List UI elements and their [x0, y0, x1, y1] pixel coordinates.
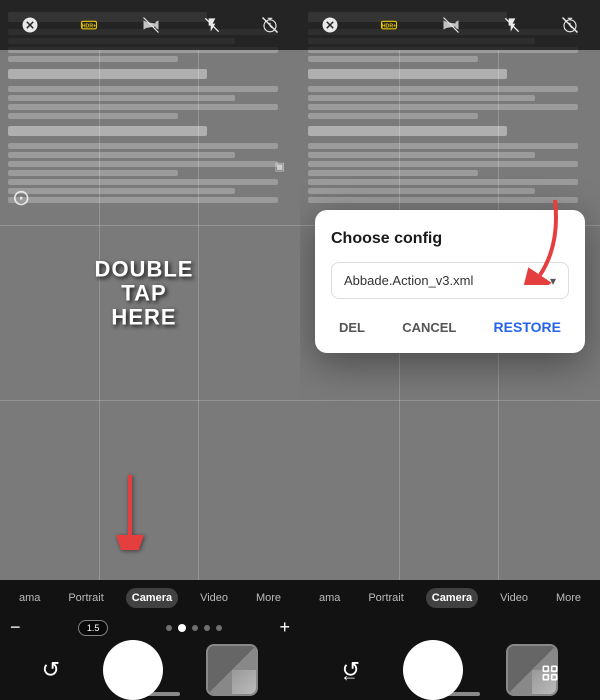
mode-tab-camera[interactable]: Camera — [126, 588, 178, 608]
mode-tab-more-right[interactable]: More — [550, 588, 587, 608]
doc-line — [8, 86, 278, 92]
shutter-row-left: ↺ — [0, 640, 300, 700]
restore-button[interactable]: RESTORE — [486, 315, 569, 339]
doc-line — [8, 170, 178, 176]
gallery-thumbnail[interactable] — [206, 644, 258, 696]
mode-tab-pano-right[interactable]: ama — [313, 588, 346, 608]
zoom-dot — [216, 625, 222, 631]
doc-line — [8, 113, 178, 119]
double-tap-line1: DOUBLE — [95, 258, 194, 282]
timer-off-icon[interactable] — [21, 16, 39, 34]
doc-line — [8, 143, 278, 149]
doc-line — [308, 56, 478, 62]
flash-left-icon[interactable] — [204, 15, 220, 35]
doc-line — [308, 86, 578, 92]
doc-line — [8, 197, 278, 203]
doc-line — [8, 188, 235, 194]
right-panel: HDR+ Choose config Abbade.Action_v3.xml … — [300, 0, 600, 700]
shutter-button[interactable] — [103, 640, 163, 700]
doc-line — [8, 95, 235, 101]
mode-tab-more[interactable]: More — [250, 588, 287, 608]
double-tap-line2: TAP — [95, 282, 194, 306]
timer-right-icon[interactable] — [561, 16, 579, 34]
thumbnail-image — [208, 646, 256, 694]
zoom-dot — [204, 625, 210, 631]
recents-icon[interactable] — [540, 663, 560, 688]
double-tap-prompt: DOUBLE TAP HERE — [95, 258, 194, 331]
zoom-minus-button[interactable]: − — [10, 617, 21, 638]
timer-off-right-icon[interactable] — [321, 16, 339, 34]
doc-line — [308, 113, 478, 119]
mode-tab-pano[interactable]: ama — [13, 588, 46, 608]
top-toolbar-left: HDR+ — [0, 0, 300, 50]
bottom-controls-left: ama Portrait Camera Video More − 1.5 + ↺ — [0, 580, 300, 700]
zoom-dot-active — [178, 624, 186, 632]
home-icon[interactable] — [439, 663, 459, 688]
config-select-value: Abbade.Action_v3.xml — [344, 273, 473, 288]
mode-tab-video[interactable]: Video — [194, 588, 234, 608]
doc-line — [8, 126, 207, 136]
mode-tabs-left: ama Portrait Camera Video More — [0, 580, 300, 615]
doc-line — [8, 104, 278, 110]
home-indicator-right — [420, 692, 480, 696]
zoom-level-indicator: 1.5 — [78, 620, 108, 636]
doc-line — [308, 152, 535, 158]
doc-line — [8, 56, 178, 62]
zoom-row-left: − 1.5 + — [0, 615, 300, 640]
back-icon[interactable]: ← — [340, 665, 358, 686]
doc-line — [8, 69, 207, 79]
doc-line — [8, 161, 278, 167]
timer-left-icon[interactable] — [261, 16, 279, 34]
doc-line — [308, 104, 578, 110]
mode-tab-video-right[interactable]: Video — [494, 588, 534, 608]
mode-tab-portrait[interactable]: Portrait — [62, 588, 109, 608]
zoom-plus-button[interactable]: + — [279, 617, 290, 638]
doc-line — [308, 95, 535, 101]
mode-tab-portrait-right[interactable]: Portrait — [362, 588, 409, 608]
top-toolbar-right: HDR+ — [300, 0, 600, 50]
bottom-nav-right: ← — [300, 663, 600, 688]
dialog-buttons: DEL CANCEL RESTORE — [331, 315, 569, 339]
svg-text:HDR+: HDR+ — [82, 23, 96, 29]
flip-camera-icon[interactable]: ↺ — [42, 657, 60, 683]
hdr-plus-left-icon[interactable]: HDR+ — [80, 16, 98, 34]
zoom-dots — [166, 624, 222, 632]
home-indicator-left — [120, 692, 180, 696]
double-tap-line3: HERE — [95, 306, 194, 330]
arrow-annotation-right — [515, 195, 570, 290]
del-button[interactable]: DEL — [331, 316, 373, 339]
doc-line — [308, 170, 478, 176]
mode-tabs-right: ama Portrait Camera Video More — [300, 580, 600, 615]
panorama-off-left-icon[interactable] — [140, 16, 162, 34]
doc-line — [8, 152, 235, 158]
zoom-dot — [166, 625, 172, 631]
arrow-annotation-left — [100, 470, 160, 555]
zoom-dot — [192, 625, 198, 631]
hdr-plus-right-icon[interactable]: HDR+ — [380, 16, 398, 34]
mode-tab-camera-right[interactable]: Camera — [426, 588, 478, 608]
exposure-indicator: ▣ — [275, 160, 285, 173]
doc-line — [308, 126, 507, 136]
doc-line — [308, 69, 507, 79]
flash-right-icon[interactable] — [504, 15, 520, 35]
cancel-button[interactable]: CANCEL — [394, 316, 464, 339]
left-panel: HDR+ ⊙ ▣ DOUBLE TAP HERE — [0, 0, 300, 700]
doc-line — [8, 179, 278, 185]
doc-line — [308, 188, 535, 194]
doc-line — [308, 179, 578, 185]
panorama-off-right-icon[interactable] — [440, 16, 462, 34]
doc-line — [308, 161, 578, 167]
svg-text:HDR+: HDR+ — [382, 23, 396, 29]
chevron-up-icon[interactable]: ⊙ — [12, 185, 30, 211]
doc-line — [308, 143, 578, 149]
